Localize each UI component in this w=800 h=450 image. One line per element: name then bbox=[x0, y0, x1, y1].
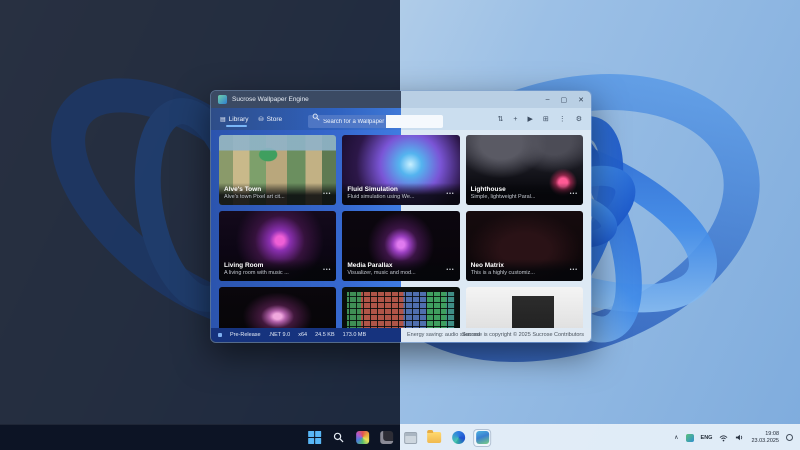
tile-caption: Living RoomA living room with music ... bbox=[219, 259, 336, 281]
colorful-app-icon bbox=[356, 431, 369, 444]
colorful-app-button[interactable] bbox=[354, 430, 370, 446]
layout-icon[interactable]: ⊞ bbox=[543, 115, 549, 123]
statusbar: Pre-Release .NET 9.0 x64 24.5 KB 173.0 MB En… bbox=[211, 328, 591, 342]
status-item: Pre-Release bbox=[230, 332, 261, 338]
tile-caption: Neo MatrixThis is a highly customiz... bbox=[466, 259, 583, 281]
copyright-text: Sucrose is copyright © 2025 Sucrose Cont… bbox=[462, 332, 584, 338]
tile-subtitle: Simple, lightweight Paral... bbox=[471, 194, 578, 201]
wallpaper-tile-partial-8[interactable] bbox=[466, 287, 583, 328]
wallpaper-tile-lighthouse[interactable]: LighthouseSimple, lightweight Paral...••… bbox=[466, 135, 583, 205]
file-explorer-button[interactable] bbox=[426, 430, 442, 446]
taskbar: ∧ ENG 19:08 23.03.2025 bbox=[0, 424, 800, 450]
window-app-button[interactable] bbox=[402, 430, 418, 446]
tile-title: Fluid Simulation bbox=[347, 186, 454, 194]
status-icon bbox=[218, 333, 222, 337]
tile-more-button[interactable]: ••• bbox=[323, 191, 331, 197]
tile-title: Alve's Town bbox=[224, 186, 331, 194]
tile-caption: Media ParallaxVisualizer, music and mod.… bbox=[342, 259, 459, 281]
search-icon bbox=[312, 113, 320, 121]
maximize-button[interactable]: ▢ bbox=[561, 96, 568, 104]
tile-more-button[interactable]: ••• bbox=[570, 267, 578, 273]
tile-title: Living Room bbox=[224, 262, 331, 270]
wifi-icon[interactable] bbox=[719, 434, 728, 442]
store-icon: ⛁ bbox=[259, 116, 264, 123]
minimize-button[interactable]: – bbox=[546, 96, 550, 104]
hidden-icons-chevron[interactable]: ∧ bbox=[674, 434, 678, 441]
edge-button[interactable] bbox=[450, 430, 466, 446]
wallpaper-tile-alve-s-town[interactable]: Alve's TownAlve's town Pixel art cit...•… bbox=[219, 135, 336, 205]
status-item: .NET 9.0 bbox=[269, 332, 291, 338]
close-button[interactable]: ✕ bbox=[578, 96, 584, 104]
tile-more-button[interactable]: ••• bbox=[570, 191, 578, 197]
tile-title: Neo Matrix bbox=[471, 262, 578, 270]
sort-icon[interactable]: ⇅ bbox=[497, 115, 503, 123]
dark-app-button[interactable] bbox=[378, 430, 394, 446]
tab-store[interactable]: ⛁ Store bbox=[259, 116, 283, 123]
tile-subtitle: Alve's town Pixel art cit... bbox=[224, 194, 331, 201]
clock[interactable]: 19:08 23.03.2025 bbox=[751, 431, 779, 444]
tile-subtitle: This is a highly customiz... bbox=[471, 270, 578, 277]
edge-icon bbox=[452, 431, 465, 444]
dark-app-icon bbox=[380, 431, 393, 444]
windows-logo-icon bbox=[308, 431, 321, 444]
wallpaper-tile-neo-matrix[interactable]: Neo MatrixThis is a highly customiz...••… bbox=[466, 211, 583, 281]
tray-date: 23.03.2025 bbox=[751, 438, 779, 445]
window-app-icon bbox=[404, 432, 417, 444]
status-item: 24.5 KB bbox=[315, 332, 335, 338]
tile-subtitle: Visualizer, music and mod... bbox=[347, 270, 454, 277]
tray-app-icon[interactable] bbox=[686, 434, 694, 442]
play-icon[interactable]: ▶ bbox=[527, 115, 532, 123]
folder-icon bbox=[427, 432, 441, 443]
notification-bell-icon[interactable] bbox=[786, 434, 793, 441]
wallpaper-tile-media-parallax[interactable]: Media ParallaxVisualizer, music and mod.… bbox=[342, 211, 459, 281]
tile-title: Media Parallax bbox=[347, 262, 454, 270]
tile-caption: Fluid SimulationFluid simulation using W… bbox=[342, 183, 459, 205]
tile-more-button[interactable]: ••• bbox=[323, 267, 331, 273]
wallpaper-library: Alve's TownAlve's town Pixel art cit...•… bbox=[211, 130, 591, 328]
settings-icon[interactable]: ⚙ bbox=[576, 115, 582, 123]
language-indicator[interactable]: ENG bbox=[701, 435, 713, 441]
tile-subtitle: A living room with music ... bbox=[224, 270, 331, 277]
more-icon[interactable]: ⋮ bbox=[559, 115, 566, 123]
toolbar-actions: ⇅ + ▶ ⊞ ⋮ ⚙ bbox=[497, 115, 582, 123]
tab-library-label: Library bbox=[229, 116, 249, 123]
wallpaper-tile-living-room[interactable]: Living RoomA living room with music ...•… bbox=[219, 211, 336, 281]
status-message: Energy saving: audio silenced bbox=[407, 332, 480, 338]
tile-subtitle: Fluid simulation using We... bbox=[347, 194, 454, 201]
volume-icon[interactable] bbox=[735, 433, 744, 442]
tile-title: Lighthouse bbox=[471, 186, 578, 194]
wallpaper-tile-partial-7[interactable] bbox=[342, 287, 459, 328]
app-window: Sucrose Wallpaper Engine – ▢ ✕ ▤ Library… bbox=[210, 90, 592, 343]
status-item: 173.0 MB bbox=[343, 332, 367, 338]
wallpaper-tile-fluid-simulation[interactable]: Fluid SimulationFluid simulation using W… bbox=[342, 135, 459, 205]
sucrose-taskbar-button[interactable] bbox=[474, 430, 490, 446]
add-icon[interactable]: + bbox=[513, 116, 517, 123]
tab-store-label: Store bbox=[267, 116, 283, 123]
search-input[interactable] bbox=[308, 115, 443, 128]
tile-more-button[interactable]: ••• bbox=[446, 191, 454, 197]
tab-library[interactable]: ▤ Library bbox=[220, 116, 249, 123]
app-icon bbox=[218, 95, 227, 104]
tile-more-button[interactable]: ••• bbox=[446, 267, 454, 273]
status-left-group: Pre-Release .NET 9.0 x64 24.5 KB 173.0 MB bbox=[218, 332, 366, 338]
start-button[interactable] bbox=[306, 430, 322, 446]
tile-caption: LighthouseSimple, lightweight Paral... bbox=[466, 183, 583, 205]
search-button[interactable] bbox=[330, 430, 346, 446]
toolbar: ▤ Library ⛁ Store ⇅ + ▶ ⊞ ⋮ ⚙ bbox=[211, 108, 591, 130]
tile-caption: Alve's TownAlve's town Pixel art cit... bbox=[219, 183, 336, 205]
sucrose-app-icon bbox=[476, 431, 489, 444]
titlebar[interactable]: Sucrose Wallpaper Engine – ▢ ✕ bbox=[211, 91, 591, 108]
library-icon: ▤ bbox=[220, 116, 226, 123]
wallpaper-tile-partial-6[interactable] bbox=[219, 287, 336, 328]
taskbar-search-icon bbox=[333, 432, 344, 443]
window-title: Sucrose Wallpaper Engine bbox=[232, 96, 309, 103]
status-item: x64 bbox=[298, 332, 307, 338]
